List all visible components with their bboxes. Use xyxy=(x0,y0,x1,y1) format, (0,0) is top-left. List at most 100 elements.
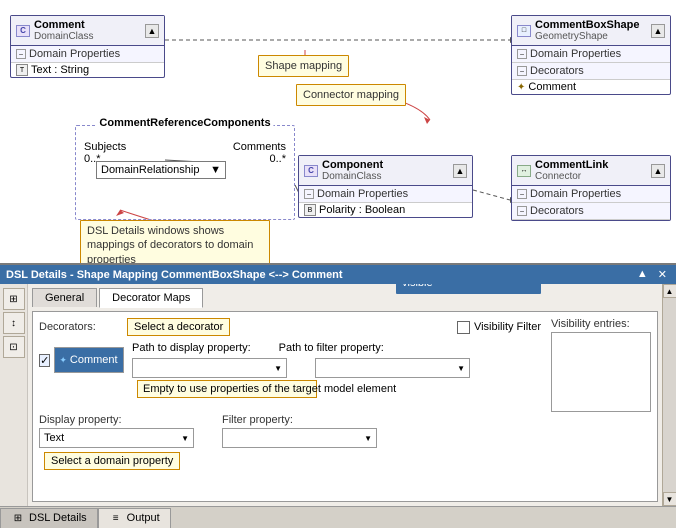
commentlink-title: CommentLink xyxy=(535,159,608,171)
commentlink-expand[interactable]: ▲ xyxy=(651,164,665,178)
select-domain-hint-container: Select a domain property xyxy=(44,452,651,470)
filter-prop-label: Filter property: xyxy=(222,414,377,426)
cbs-comment-icon: ✦ xyxy=(517,82,525,93)
component-dp-section: − Domain Properties xyxy=(299,186,472,203)
component-icon: C xyxy=(304,165,318,177)
path-filter-select[interactable]: ▼ xyxy=(315,358,470,378)
domain-rel-arrow: ▼ xyxy=(210,164,221,176)
shape-mapping-callout: Shape mapping xyxy=(258,55,349,77)
diagram-area: C Comment DomainClass ▲ − Domain Propert… xyxy=(0,0,676,265)
domain-rel-value: DomainRelationship xyxy=(101,164,199,176)
select-decorator-hint: Select a decorator xyxy=(127,318,230,336)
commentlink-icon: ↔ xyxy=(517,165,531,177)
shape-mapping-text: Shape mapping xyxy=(265,60,342,72)
cbs-subtitle: GeometryShape xyxy=(535,31,640,42)
dsl-sidebar: ⊞ ↕ ⊡ xyxy=(0,284,28,506)
path-filter-container: ▼ xyxy=(315,358,470,378)
comments-label: Comments xyxy=(233,141,286,153)
dsl-panel-body: ⊞ ↕ ⊡ General Decorator Maps Decorators: xyxy=(0,284,676,506)
cbs-title: CommentBoxShape xyxy=(535,19,640,31)
bottom-tabs: ⊞ DSL Details ≡ Output xyxy=(0,506,676,528)
output-tab-label: Output xyxy=(127,512,160,524)
tab-decorator-maps[interactable]: Decorator Maps xyxy=(99,288,203,308)
visibility-entries-label: Visibility entries: xyxy=(551,318,651,330)
commentboxshape-node: □ CommentBoxShape GeometryShape ▲ − Doma… xyxy=(511,15,671,95)
commentlink-collapse[interactable]: − xyxy=(517,189,527,199)
filter-values-callout: Values of filter property for which deco… xyxy=(396,284,541,294)
comment-decorator-item[interactable]: ✦ Comment xyxy=(54,347,124,373)
cbs-expand[interactable]: ▲ xyxy=(651,24,665,38)
commentlink-deco-section: − Decorators xyxy=(512,203,670,220)
collapse-icon[interactable]: − xyxy=(16,49,26,59)
decorators-label: Decorators: xyxy=(39,321,119,333)
polarity-label: Polarity : Boolean xyxy=(319,204,405,216)
visibility-entries-box xyxy=(551,332,651,412)
sidebar-icon-3[interactable]: ⊡ xyxy=(3,336,25,358)
filter-prop-container: Filter property: ▼ xyxy=(222,414,377,448)
comment-node-subtitle: DomainClass xyxy=(34,31,93,42)
cbs-collapse[interactable]: − xyxy=(517,49,527,59)
dsl-content: General Decorator Maps Decorators: Selec… xyxy=(28,284,662,506)
comment-text-item: T Text : String xyxy=(11,63,164,77)
pin-button[interactable]: ▲ xyxy=(634,268,651,281)
cbs-deco-collapse[interactable]: − xyxy=(517,66,527,76)
component-node: C Component DomainClass ▲ − Domain Prope… xyxy=(298,155,473,218)
display-prop-label: Display property: xyxy=(39,414,194,426)
visibility-filter-label: Visibility Filter xyxy=(474,321,541,333)
component-collapse[interactable]: − xyxy=(304,189,314,199)
scroll-down[interactable]: ▼ xyxy=(663,492,676,506)
dsl-panel-controls: ▲ ✕ xyxy=(634,268,670,281)
comment-decorator-row: ✓ ✦ Comment xyxy=(39,347,124,373)
commentlink-dp-section: − Domain Properties xyxy=(512,186,670,203)
commentlink-dp-label: Domain Properties xyxy=(530,188,621,200)
dsl-panel-title: DSL Details - Shape Mapping CommentBoxSh… xyxy=(6,269,343,281)
tab-general[interactable]: General xyxy=(32,288,97,307)
component-expand[interactable]: ▲ xyxy=(453,164,467,178)
cbs-comment-item: ✦ Comment xyxy=(512,80,670,94)
decorator-label: Comment xyxy=(70,354,118,366)
display-prop-arrow: ▼ xyxy=(181,434,189,443)
path-filter-arrow: ▼ xyxy=(457,364,465,373)
dsl-panel: DSL Details - Shape Mapping CommentBoxSh… xyxy=(0,265,676,506)
dsl-tab-label: DSL Details xyxy=(29,512,87,524)
cbs-icon: □ xyxy=(517,25,531,37)
display-prop-select[interactable]: Text ▼ xyxy=(39,428,194,448)
commentlink-deco-collapse[interactable]: − xyxy=(517,206,527,216)
visibility-filter-checkbox[interactable] xyxy=(457,321,470,334)
bottom-tab-dsldetails[interactable]: ⊞ DSL Details xyxy=(0,508,98,528)
path-display-hint: Empty to use properties of the target mo… xyxy=(137,380,317,398)
path-display-select[interactable]: ▼ xyxy=(132,358,287,378)
bottom-tab-output[interactable]: ≡ Output xyxy=(98,508,171,528)
cbs-comment-label: Comment xyxy=(528,81,576,93)
comment-node-header: C Comment DomainClass ▲ xyxy=(11,16,164,46)
scroll-up[interactable]: ▲ xyxy=(663,284,676,298)
comment-class-icon: C xyxy=(16,25,30,37)
polarity-icon: B xyxy=(304,204,316,216)
sidebar-icon-1[interactable]: ⊞ xyxy=(3,288,25,310)
comment-node: C Comment DomainClass ▲ − Domain Propert… xyxy=(10,15,165,78)
comment-node-title: Comment xyxy=(34,19,93,31)
ref-comments: Comments 0..* xyxy=(233,141,286,165)
dsl-details-text: DSL Details windows shows mappings of de… xyxy=(87,225,253,265)
text-string-label: Text : String xyxy=(31,64,89,76)
domain-rel-select[interactable]: DomainRelationship ▼ xyxy=(96,161,226,179)
comment-decorator-checkbox[interactable]: ✓ xyxy=(39,354,50,367)
form-area: Decorators: Select a decorator Visibilit… xyxy=(32,311,658,502)
filter-prop-arrow: ▼ xyxy=(364,434,372,443)
text-prop-icon: T xyxy=(16,64,28,76)
select-decorator-text: Select a decorator xyxy=(134,321,223,333)
domain-props-label: Domain Properties xyxy=(29,48,120,60)
mult2: 0..* xyxy=(233,153,286,165)
decorator-icon: ✦ xyxy=(59,355,67,366)
component-header: C Component DomainClass ▲ xyxy=(299,156,472,186)
comment-node-expand[interactable]: ▲ xyxy=(145,24,159,38)
close-button[interactable]: ✕ xyxy=(655,268,670,281)
panel-scrollbar: ▲ ▼ xyxy=(662,284,676,506)
sidebar-icon-2[interactable]: ↕ xyxy=(3,312,25,334)
cbs-domain-props: − Domain Properties xyxy=(512,46,670,63)
cbs-dp-label: Domain Properties xyxy=(530,48,621,60)
display-filter-row: Display property: Text ▼ Filter property… xyxy=(39,414,651,448)
display-prop-container: Display property: Text ▼ xyxy=(39,414,194,448)
dsl-tab-icon: ⊞ xyxy=(11,511,25,525)
filter-prop-select[interactable]: ▼ xyxy=(222,428,377,448)
